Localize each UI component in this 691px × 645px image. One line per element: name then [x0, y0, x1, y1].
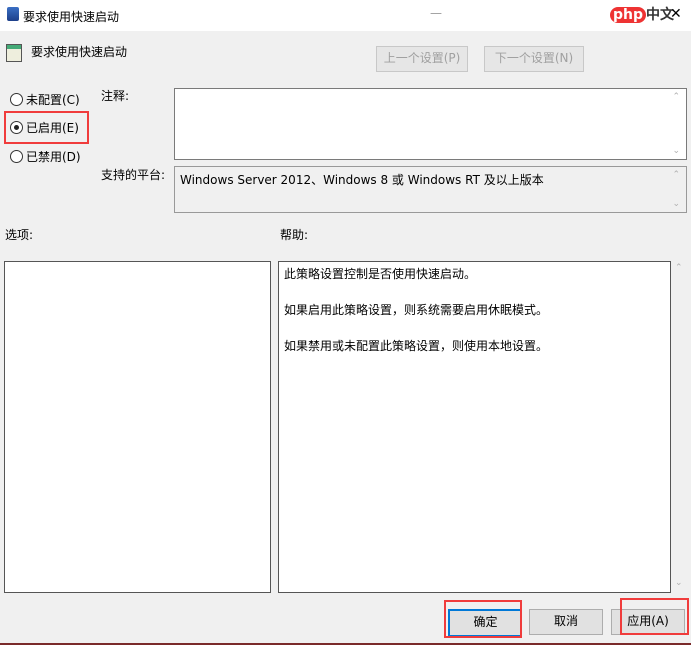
platform-value: Windows Server 2012、Windows 8 或 Windows …	[180, 173, 544, 187]
title-bar: 要求使用快速启动 — php 中文 ✕	[0, 0, 691, 31]
help-paragraph: 如果禁用或未配置此策略设置，则使用本地设置。	[284, 339, 549, 353]
radio-disabled[interactable]: 已禁用(D)	[10, 148, 81, 165]
policy-title: 要求使用快速启动	[31, 45, 128, 59]
scroll-down-icon[interactable]: ⌄	[672, 146, 680, 156]
radio-label: 未配置(C)	[26, 93, 80, 107]
radio-not-configured[interactable]: 未配置(C)	[10, 91, 80, 108]
window-title: 要求使用快速启动	[23, 10, 120, 24]
watermark-logo: php 中文	[610, 4, 674, 24]
highlight-ok	[444, 600, 522, 638]
highlight-enabled	[4, 111, 89, 144]
scroll-up-icon[interactable]: ⌃	[672, 92, 680, 102]
platform-label: 支持的平台:	[101, 168, 166, 182]
scroll-down-icon[interactable]: ⌄	[672, 199, 680, 209]
next-setting-button[interactable]: 下一个设置(N)	[484, 46, 584, 72]
highlight-apply	[620, 598, 689, 635]
radio-label: 已禁用(D)	[26, 150, 81, 164]
help-text: 此策略设置控制是否使用快速启动。 如果启用此策略设置，则系统需要启用休眠模式。 …	[279, 262, 670, 376]
previous-setting-button[interactable]: 上一个设置(P)	[376, 46, 468, 72]
comment-field[interactable]: ⌃ ⌄	[174, 88, 687, 160]
help-panel: 此策略设置控制是否使用快速启动。 如果启用此策略设置，则系统需要启用休眠模式。 …	[278, 261, 671, 593]
options-label: 选项:	[5, 228, 34, 242]
scroll-up-icon[interactable]: ⌃	[672, 170, 680, 180]
policy-icon	[6, 44, 22, 62]
cancel-button[interactable]: 取消	[529, 609, 603, 635]
radio-circle[interactable]	[10, 93, 23, 106]
help-scroll-up-icon[interactable]: ⌃	[675, 263, 683, 273]
help-paragraph: 如果启用此策略设置，则系统需要启用休眠模式。	[284, 303, 549, 317]
options-panel	[4, 261, 271, 593]
radio-circle[interactable]	[10, 150, 23, 163]
help-label: 帮助:	[280, 228, 309, 242]
help-scroll-down-icon[interactable]: ⌄	[675, 578, 683, 588]
close-button[interactable]: ✕	[670, 6, 682, 22]
minimize-button[interactable]: —	[430, 6, 442, 20]
help-paragraph: 此策略设置控制是否使用快速启动。	[284, 267, 477, 281]
comment-label: 注释:	[101, 89, 130, 103]
platform-field: Windows Server 2012、Windows 8 或 Windows …	[174, 166, 687, 213]
policy-window-icon	[7, 7, 19, 21]
